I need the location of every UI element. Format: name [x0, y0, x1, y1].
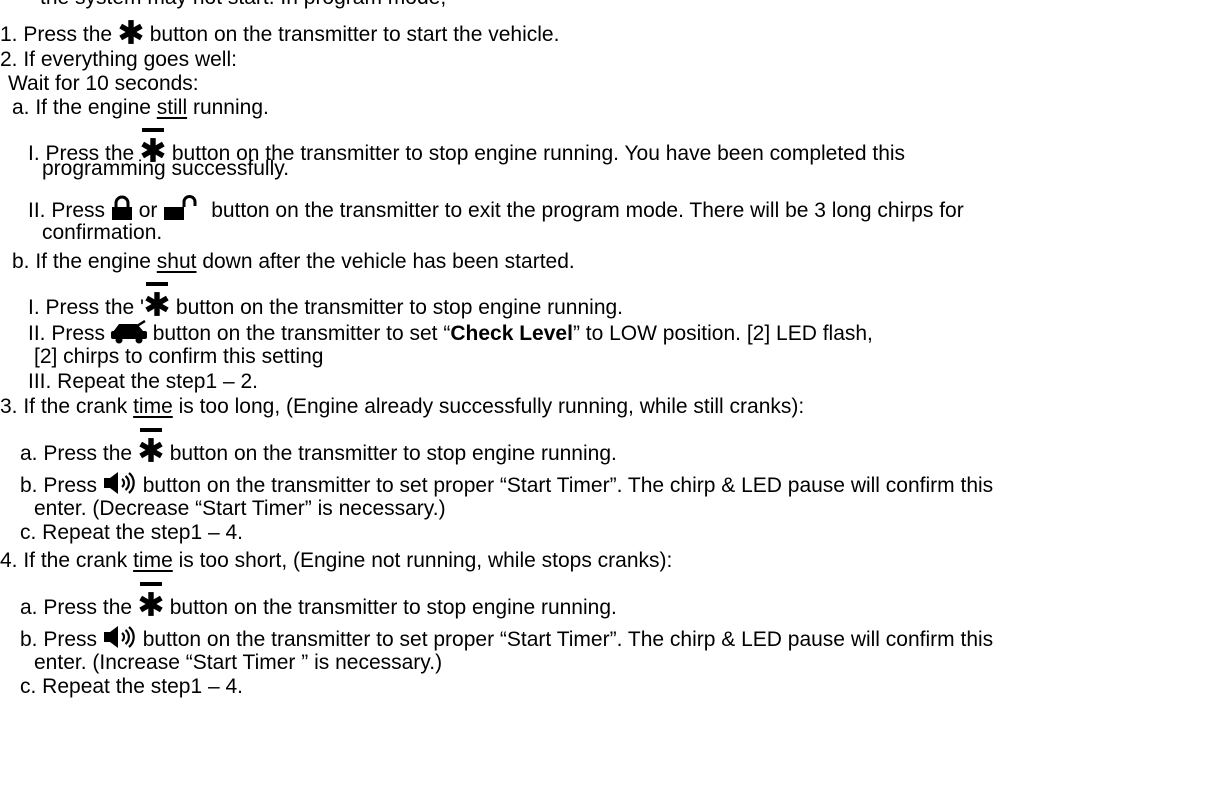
- step-3-underlined: time: [133, 395, 173, 418]
- check-level-label: Check Level: [450, 322, 573, 345]
- step-2a-ii: II. Press or button on the transmitter t…: [28, 195, 964, 223]
- step-4a-pre: a. Press the: [20, 596, 138, 619]
- step-2b-ii-cont: [2] chirps to confirm this setting: [34, 345, 324, 368]
- step-4-underlined: time: [133, 549, 173, 572]
- step-3a-pre: a. Press the: [20, 442, 138, 465]
- step-2b-ii: II. Press button on the transmitter to s…: [28, 320, 873, 346]
- step-2b-i: I. Press the ' button on the transmitter…: [28, 282, 624, 320]
- step-2a-ii-cont: confirmation.: [42, 221, 163, 244]
- speaker-icon: [103, 470, 137, 496]
- step-4-pre: 4. If the crank: [0, 549, 134, 572]
- step-3b: b. Press button on the transmitter to se…: [20, 470, 993, 498]
- step-3c: c. Repeat the step1 – 4.: [20, 521, 243, 544]
- step-4b-cont: enter. (Increase “Start Timer ” is neces…: [34, 651, 443, 674]
- step-1: 1. Press the button on the transmitter t…: [0, 19, 559, 47]
- step-2b-i-pre: I. Press the ': [28, 296, 145, 319]
- step-2b-i-post: button on the transmitter to stop engine…: [170, 296, 624, 319]
- step-3a: a. Press the button on the transmitter t…: [20, 428, 617, 466]
- step-3a-post: button on the transmitter to stop engine…: [163, 442, 617, 465]
- step-4-post: is too short, (Engine not running, while…: [172, 549, 673, 572]
- step-2b-ii-post: ” to LOW position. [2] LED flash,: [572, 322, 873, 345]
- step-2a-underlined: still: [156, 96, 188, 119]
- step-2b: b. If the engine shut down after the veh…: [12, 249, 575, 274]
- step-1-text-post: button on the transmitter to start the v…: [143, 23, 560, 46]
- unlock-icon: [163, 195, 197, 221]
- step-2b-iii: III. Repeat the step1 – 2.: [28, 370, 258, 393]
- step-4a-post: button on the transmitter to stop engine…: [163, 596, 617, 619]
- step-2-title: 2. If everything goes well:: [0, 48, 237, 71]
- step-2a-ii-or: or: [132, 199, 164, 222]
- step-4b-post: button on the transmitter to set proper …: [136, 628, 994, 651]
- step-2b-underlined: shut: [156, 250, 197, 273]
- car-icon: [111, 320, 147, 344]
- step-2a-post: running.: [187, 96, 269, 119]
- step-3b-pre: b. Press: [20, 474, 103, 497]
- step-2-wait: Wait for 10 seconds:: [8, 72, 199, 95]
- step-2a-ii-post: button on the transmitter to exit the pr…: [211, 199, 964, 222]
- speaker-icon: [103, 624, 137, 650]
- step-2b-post: down after the vehicle has been started.: [196, 250, 575, 273]
- step-3: 3. If the crank time is too long, (Engin…: [0, 394, 804, 419]
- asterisk-overbar-icon: [138, 582, 164, 618]
- step-3b-cont: enter. (Decrease “Start Timer” is necess…: [34, 497, 446, 520]
- step-2b-ii-mid: button on the transmitter to set “: [146, 322, 451, 345]
- step-2b-ii-pre: II. Press: [28, 322, 111, 345]
- step-2a-i-cont: programming successfully.: [42, 157, 290, 180]
- step-4b-pre: b. Press: [20, 628, 103, 651]
- step-2a: a. If the engine still running.: [12, 95, 269, 120]
- lock-icon: [111, 195, 133, 221]
- step-2a-pre: a. If the engine: [12, 96, 157, 119]
- step-3b-post: button on the transmitter to set proper …: [136, 474, 994, 497]
- asterisk-overbar-icon: [144, 282, 170, 318]
- step-3-pre: 3. If the crank: [0, 395, 134, 418]
- step-4a: a. Press the button on the transmitter t…: [20, 582, 617, 620]
- step-4c: c. Repeat the step1 – 4.: [20, 675, 243, 698]
- step-4: 4. If the crank time is too short, (Engi…: [0, 548, 672, 573]
- asterisk-overbar-icon: [138, 428, 164, 464]
- step-3-post: is too long, (Engine already successfull…: [172, 395, 805, 418]
- step-2b-pre: b. If the engine: [12, 250, 157, 273]
- step-2a-ii-pre: II. Press: [28, 199, 111, 222]
- step-1-text-pre: 1. Press the: [0, 23, 118, 46]
- clipped-header-line: the system may not start. In program mod…: [40, 0, 446, 10]
- asterisk-icon: [118, 19, 144, 45]
- step-4b: b. Press button on the transmitter to se…: [20, 624, 993, 652]
